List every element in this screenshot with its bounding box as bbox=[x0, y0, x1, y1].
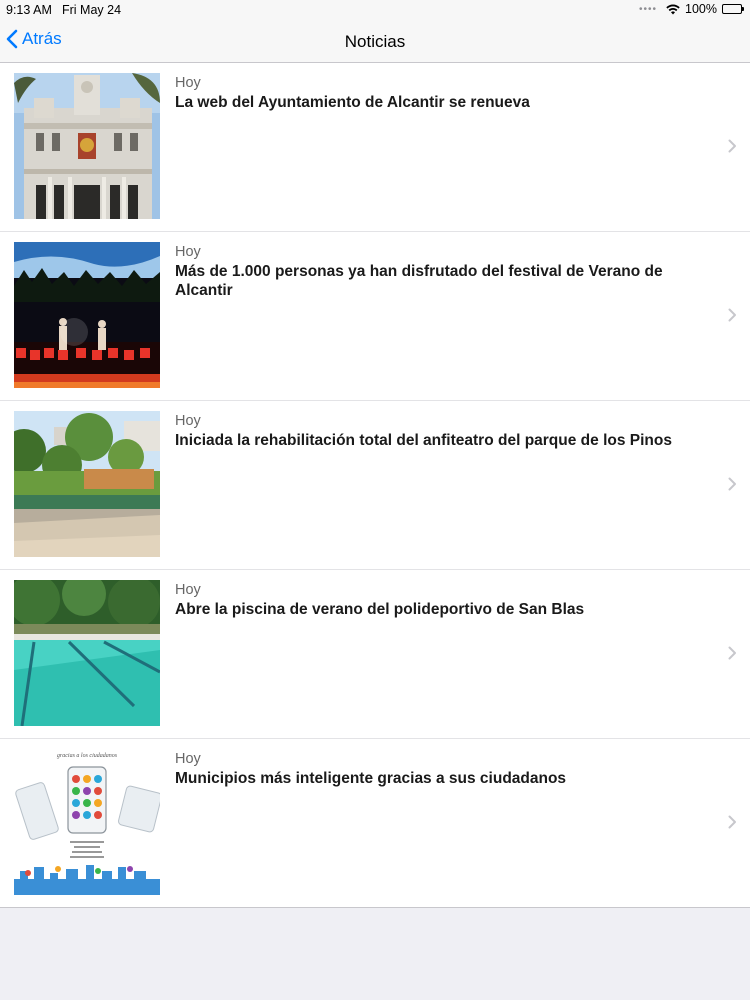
chevron-right-icon bbox=[728, 646, 736, 660]
city-hall-photo bbox=[14, 73, 160, 219]
status-time: 9:13 AM bbox=[6, 3, 52, 17]
news-date: Hoy bbox=[175, 751, 201, 767]
status-date: Fri May 24 bbox=[62, 3, 122, 17]
battery-percent: 100% bbox=[685, 2, 717, 16]
status-bar: 9:13 AM Fri May 24 •••• 100% bbox=[0, 0, 750, 20]
news-list: Hoy La web del Ayuntamiento de Alcantir … bbox=[0, 63, 750, 908]
news-title: Iniciada la rehabilitación total del anf… bbox=[175, 432, 672, 449]
chevron-right-icon bbox=[728, 815, 736, 829]
poster-caption: gracias a los ciudadanos bbox=[57, 753, 118, 759]
news-date: Hoy bbox=[175, 244, 201, 260]
news-title: La web del Ayuntamiento de Alcantir se r… bbox=[175, 94, 530, 111]
news-item[interactable]: Hoy Más de 1.000 personas ya han disfrut… bbox=[0, 232, 750, 401]
battery-icon bbox=[722, 4, 744, 14]
chevron-right-icon bbox=[728, 139, 736, 153]
news-date: Hoy bbox=[175, 582, 201, 598]
chevron-right-icon bbox=[728, 308, 736, 322]
news-item[interactable]: Hoy La web del Ayuntamiento de Alcantir … bbox=[0, 63, 750, 232]
news-title: Municipios más inteligente gracias a sus… bbox=[175, 770, 567, 787]
page-title: Noticias bbox=[344, 32, 406, 51]
news-item[interactable]: gracias a los ciudadanos Hoy Municipios … bbox=[0, 739, 750, 908]
swimming-pool-photo bbox=[14, 580, 160, 726]
news-title: Abre la piscina de verano del polideport… bbox=[175, 601, 585, 618]
smart-city-poster: gracias a los ciudadanos bbox=[14, 749, 160, 895]
park-amphitheater-photo bbox=[14, 411, 160, 557]
wifi-icon bbox=[666, 4, 680, 14]
news-date: Hoy bbox=[175, 413, 201, 429]
festival-stage-photo bbox=[14, 242, 160, 388]
navigation-bar: Atrás Noticias bbox=[0, 20, 750, 63]
signal-dots-icon: •••• bbox=[639, 3, 658, 15]
news-item[interactable]: Hoy Iniciada la rehabilitación total del… bbox=[0, 401, 750, 570]
news-date: Hoy bbox=[175, 75, 201, 91]
chevron-right-icon bbox=[728, 477, 736, 491]
news-title: Más de 1.000 personas ya han disfrutado … bbox=[175, 263, 663, 299]
news-item[interactable]: Hoy Abre la piscina de verano del polide… bbox=[0, 570, 750, 739]
